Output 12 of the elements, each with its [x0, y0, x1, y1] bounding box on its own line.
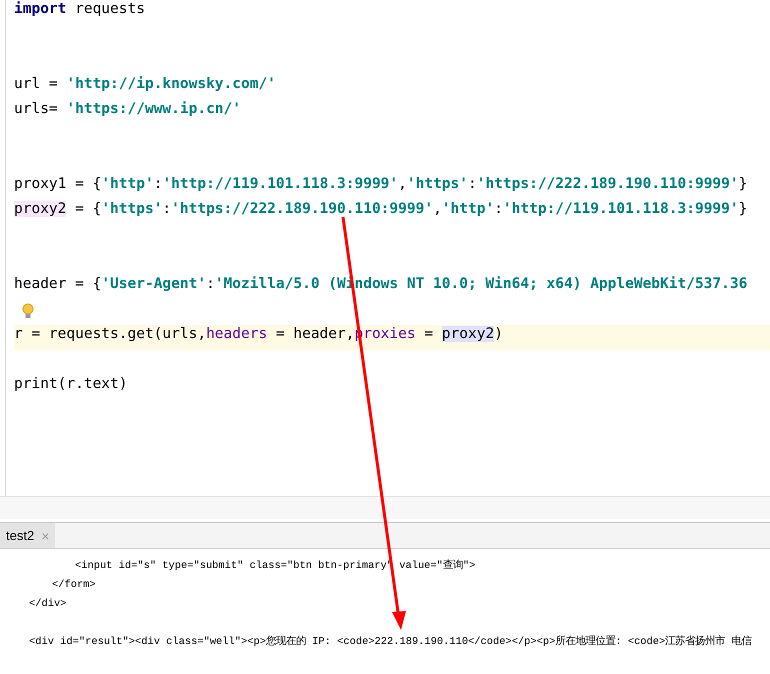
code-line: urls= 'https://www.ip.cn/'	[14, 101, 241, 117]
output-line: <input id="s" type="submit" class="btn btn-primary" value="查询">	[75, 560, 476, 572]
code-line: proxy2 = {'https':'https://222.189.190.110:9999','http':'http://119.101.118.3:9999'}	[14, 201, 748, 217]
output-line: </div>	[29, 598, 66, 610]
run-tab[interactable]: test2 ×	[0, 523, 56, 548]
code-line: url = 'http://ip.knowsky.com/'	[14, 76, 276, 92]
lightbulb-icon[interactable]	[22, 303, 34, 319]
output-line: </form>	[52, 579, 96, 591]
code-line: import requests	[14, 1, 145, 17]
code-line: proxy1 = {'http':'http://119.101.118.3:9999','https':'https://222.189.190.110:9999'}	[14, 176, 748, 192]
code-line: print(r.text)	[14, 376, 128, 392]
output-line: <div id="result"><div class="well"><p>您现在的 IP: <code>222.189.190.110</code></p><p>所在地理位置: <code>江苏省扬州市 电信	[29, 636, 752, 648]
